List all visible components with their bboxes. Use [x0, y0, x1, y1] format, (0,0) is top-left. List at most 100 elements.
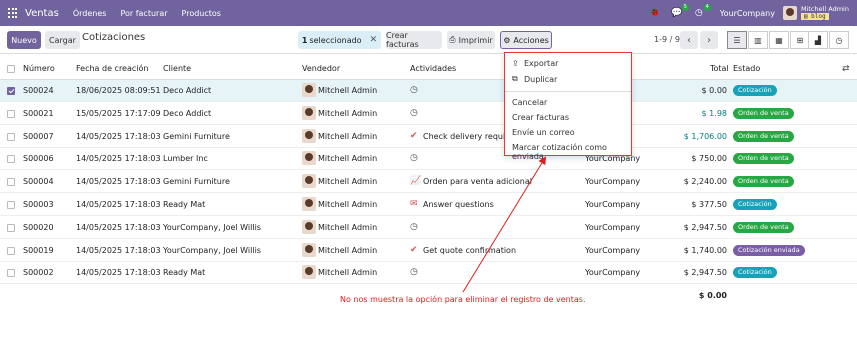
header-customer[interactable]: Cliente: [163, 64, 191, 73]
gear-icon: ⚙: [503, 35, 511, 45]
header-salesperson[interactable]: Vendedor: [302, 64, 340, 73]
row-checkbox[interactable]: [7, 223, 15, 232]
view-list-button[interactable]: ☰: [727, 31, 747, 49]
header-number[interactable]: Número: [23, 64, 55, 73]
table-row[interactable]: S00003 14/05/2025 17:18:03 Ready Mat Mitche…: [0, 194, 857, 216]
print-button[interactable]: ⎙ Imprimir: [447, 31, 495, 49]
row-checkbox[interactable]: [7, 269, 15, 278]
clock-icon[interactable]: ◷: [410, 153, 418, 163]
status-badge: Orden de venta: [733, 221, 794, 233]
cell-number: S00002: [23, 268, 54, 278]
cell-customer: Gemini Furniture: [163, 177, 230, 187]
select-all-checkbox[interactable]: [7, 65, 15, 73]
page-title: Cotizaciones: [82, 32, 146, 43]
new-button[interactable]: Nuevo: [7, 31, 41, 49]
messages-icon[interactable]: 💬 5: [670, 4, 689, 20]
user-menu[interactable]: Mitchell Admin ▤ blog: [800, 6, 849, 20]
view-kanban-button[interactable]: ▥: [748, 31, 768, 49]
check-icon[interactable]: ✔: [410, 131, 418, 141]
clock-icon[interactable]: ◷: [410, 108, 418, 118]
cell-customer: Ready Mat: [163, 200, 206, 209]
menu-send-email[interactable]: Envíe un correo: [512, 128, 575, 137]
row-checkbox[interactable]: [7, 178, 15, 187]
check-icon[interactable]: ✔: [410, 245, 418, 255]
cell-customer: Ready Mat: [163, 268, 206, 278]
view-activity-button[interactable]: ◷: [829, 31, 849, 49]
row-checkbox[interactable]: [7, 132, 15, 141]
envelope-icon[interactable]: ✉: [410, 199, 418, 209]
activities-icon[interactable]: ◷ 4: [692, 4, 711, 20]
clock-icon[interactable]: ◷: [410, 222, 418, 232]
cell-salesperson: Mitchell Admin: [318, 177, 378, 187]
create-invoices-button[interactable]: Crear facturas: [386, 31, 442, 49]
upload-button[interactable]: Cargar: [45, 31, 80, 49]
menu-products[interactable]: Productos: [182, 9, 221, 18]
cell-salesperson: Mitchell Admin: [318, 222, 378, 232]
table-row[interactable]: S00006 14/05/2025 17:18:03 Lumber Inc Mitch…: [0, 148, 857, 171]
header-total[interactable]: Total: [710, 64, 729, 73]
salesperson-avatar: [302, 197, 316, 211]
cell-activity[interactable]: Get quote confirmation: [423, 246, 516, 255]
chart-icon[interactable]: 📈: [410, 176, 421, 186]
row-checkbox[interactable]: [7, 201, 15, 209]
cell-activity[interactable]: Answer questions: [423, 200, 494, 209]
actions-button[interactable]: ⚙ Acciones: [500, 31, 552, 49]
view-calendar-button[interactable]: ▦: [769, 31, 789, 49]
menu-duplicate-label: Duplicar: [524, 74, 558, 84]
cell-date: 14/05/2025 17:18:03: [76, 177, 161, 187]
table-row[interactable]: S00002 14/05/2025 17:18:03 Ready Mat Mitche…: [0, 262, 857, 285]
menu-mark-sent[interactable]: Marcar cotización como enviada: [512, 143, 631, 161]
view-pivot-button[interactable]: ⊞: [790, 31, 810, 49]
clock-icon: ◷: [835, 35, 843, 45]
table-row[interactable]: S00019 14/05/2025 17:18:03 YourCompany, Jo…: [0, 240, 857, 262]
menu-cancel[interactable]: Cancelar: [512, 98, 547, 107]
bug-icon[interactable]: 🐞: [648, 6, 662, 20]
table-icon: ⊞: [796, 35, 804, 45]
company-switcher[interactable]: YourCompany: [720, 9, 775, 18]
clock-icon[interactable]: ◷: [410, 85, 418, 95]
table-row[interactable]: S00024 18/06/2025 08:09:51 Deco Addict Mitc…: [0, 80, 857, 102]
status-badge: Orden de venta: [733, 176, 794, 188]
cell-date: 14/05/2025 17:18:03: [76, 245, 161, 255]
copy-icon: ⧉: [512, 74, 518, 83]
table-row[interactable]: S00021 15/05/2025 17:17:09 Deco Addict Mitc…: [0, 103, 857, 125]
cell-date: 14/05/2025 17:18:03: [76, 200, 161, 209]
cell-number: S00007: [23, 131, 54, 141]
row-checkbox[interactable]: [7, 155, 15, 164]
menu-to-invoice[interactable]: Por facturar: [120, 9, 167, 18]
chevron-right-icon: ›: [707, 34, 711, 46]
clock-icon[interactable]: ◷: [410, 267, 418, 277]
cell-customer: Lumber Inc: [163, 154, 208, 164]
menu-export[interactable]: ⇪ Exportar: [512, 59, 558, 68]
user-avatar[interactable]: [782, 6, 797, 20]
header-date[interactable]: Fecha de creación: [76, 64, 148, 73]
pager-previous-button[interactable]: ‹: [680, 31, 698, 49]
row-checkbox[interactable]: [7, 246, 15, 255]
apps-menu-icon[interactable]: [8, 8, 18, 18]
status-badge: Cotización: [733, 267, 777, 279]
view-graph-button[interactable]: ▟: [808, 31, 828, 49]
menu-create-invoices[interactable]: Crear facturas: [512, 113, 569, 122]
pager-next-button[interactable]: ›: [700, 31, 718, 49]
clear-selection-icon[interactable]: ✕: [370, 35, 378, 45]
cell-activity[interactable]: Orden para venta adicional: [423, 177, 532, 186]
menu-duplicate[interactable]: ⧉ Duplicar: [512, 74, 557, 84]
database-badge: ▤ blog: [800, 13, 829, 20]
selected-count: 1: [301, 35, 308, 45]
app-name[interactable]: Ventas: [25, 8, 59, 19]
cell-activity[interactable]: Check delivery require: [423, 132, 513, 141]
pager-value[interactable]: 1-9 / 9: [654, 35, 680, 44]
row-checkbox[interactable]: [7, 87, 15, 95]
cell-number: S00019: [23, 245, 54, 255]
header-activities[interactable]: Actividades: [410, 64, 456, 73]
table-row[interactable]: S00007 14/05/2025 17:18:03 Gemini Furnitur…: [0, 126, 857, 148]
row-checkbox[interactable]: [7, 109, 15, 118]
table-row[interactable]: S00020 14/05/2025 17:18:03 YourCompany, Jo…: [0, 217, 857, 239]
header-status[interactable]: Estado: [733, 64, 760, 73]
cell-number: S00004: [23, 177, 54, 187]
table-row[interactable]: S00004 14/05/2025 17:18:03 Gemini Furnitur…: [0, 171, 857, 194]
cell-salesperson: Mitchell Admin: [318, 268, 378, 278]
column-settings-icon[interactable]: ⇄: [842, 64, 850, 74]
menu-orders[interactable]: Órdenes: [73, 9, 107, 18]
cell-salesperson: Mitchell Admin: [318, 131, 378, 141]
